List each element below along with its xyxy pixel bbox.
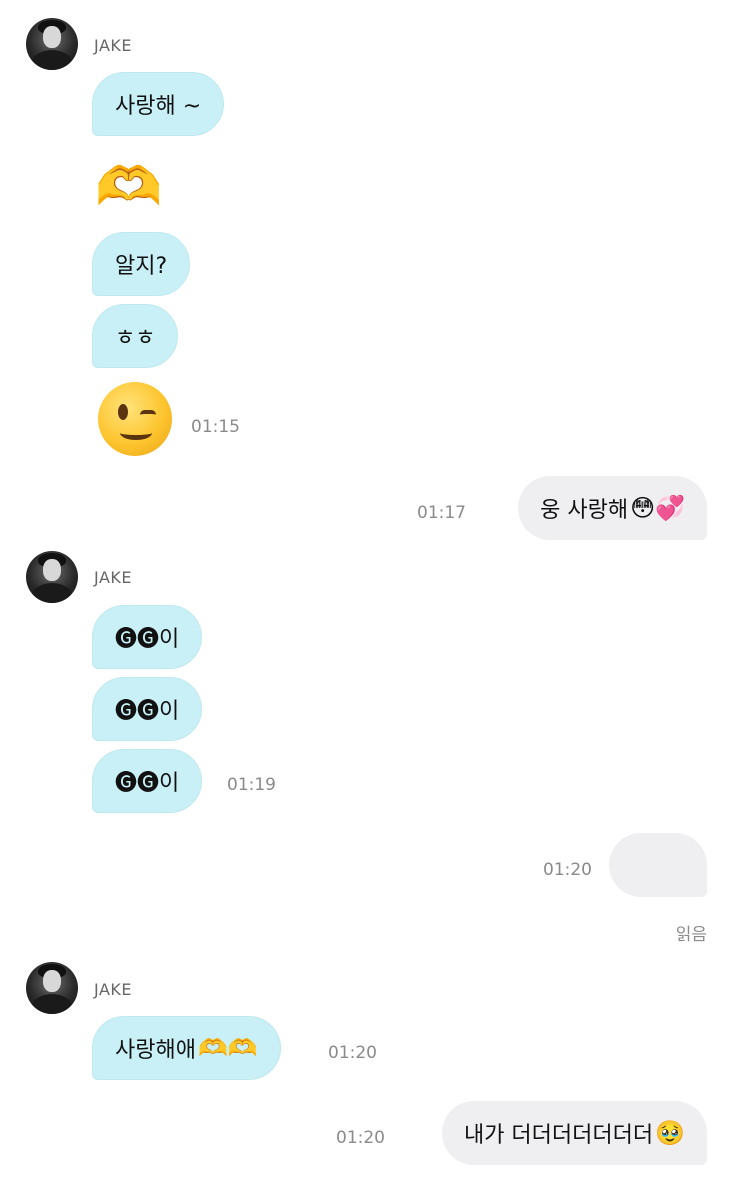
read-receipt: 읽음 — [675, 925, 707, 945]
message-bubble-outgoing[interactable] — [609, 833, 707, 897]
message-time: 01:20 — [543, 860, 592, 880]
wink-mouth — [120, 426, 152, 440]
message-bubble-outgoing[interactable]: 내가 더더더더더더더 🥹 — [441, 1101, 707, 1165]
pleading-face-emoji: 🥹 — [655, 1119, 685, 1147]
flushed-hearts-emoji: 😳💞 — [630, 494, 685, 522]
avatar-shoulders — [32, 583, 72, 603]
wink-emoji[interactable] — [98, 382, 172, 456]
message-text: 내가 더더더더더더더 — [463, 1123, 654, 1148]
message-bubble[interactable]: 🅖🅖이 — [92, 605, 203, 669]
message-bubble[interactable]: 🅖🅖이 — [92, 677, 203, 741]
message-time: 01:15 — [191, 417, 240, 437]
sender-name: JAKE — [94, 568, 132, 587]
message-time: 01:20 — [336, 1128, 385, 1148]
message-time: 01:17 — [417, 503, 466, 523]
avatar-face — [43, 26, 61, 48]
avatar[interactable] — [26, 18, 78, 70]
message-time: 01:20 — [328, 1043, 377, 1063]
message-bubble[interactable]: ㅎㅎ — [92, 304, 179, 368]
avatar[interactable] — [26, 962, 78, 1014]
message-bubble[interactable]: 사랑해애 🫶🫶 — [92, 1016, 281, 1080]
message-text: 사랑해애 — [115, 1038, 196, 1063]
avatar-shoulders — [32, 994, 72, 1014]
avatar-shoulders — [32, 50, 72, 70]
message-bubble[interactable]: 🅖🅖이 — [92, 749, 203, 813]
wink-eye-right — [140, 410, 156, 416]
wink-eye-left — [118, 404, 128, 420]
avatar-face — [43, 970, 61, 992]
chat-view: JAKE 사랑해 ~ 🫶 알지? ㅎㅎ 01:15 01:17 웅 사랑해 😳💞… — [0, 0, 737, 1200]
sender-name: JAKE — [94, 36, 132, 55]
heart-hands-emoji[interactable]: 🫶 — [95, 160, 162, 214]
message-bubble-outgoing[interactable]: 웅 사랑해 😳💞 — [518, 476, 707, 540]
message-text: 웅 사랑해 — [540, 498, 629, 523]
sender-name: JAKE — [94, 980, 132, 999]
avatar[interactable] — [26, 551, 78, 603]
message-time: 01:19 — [227, 775, 276, 795]
message-bubble[interactable]: 알지? — [92, 232, 191, 296]
heart-hands-emoji: 🫶🫶 — [197, 1034, 258, 1062]
message-bubble[interactable]: 사랑해 ~ — [92, 72, 225, 136]
avatar-face — [43, 559, 61, 581]
